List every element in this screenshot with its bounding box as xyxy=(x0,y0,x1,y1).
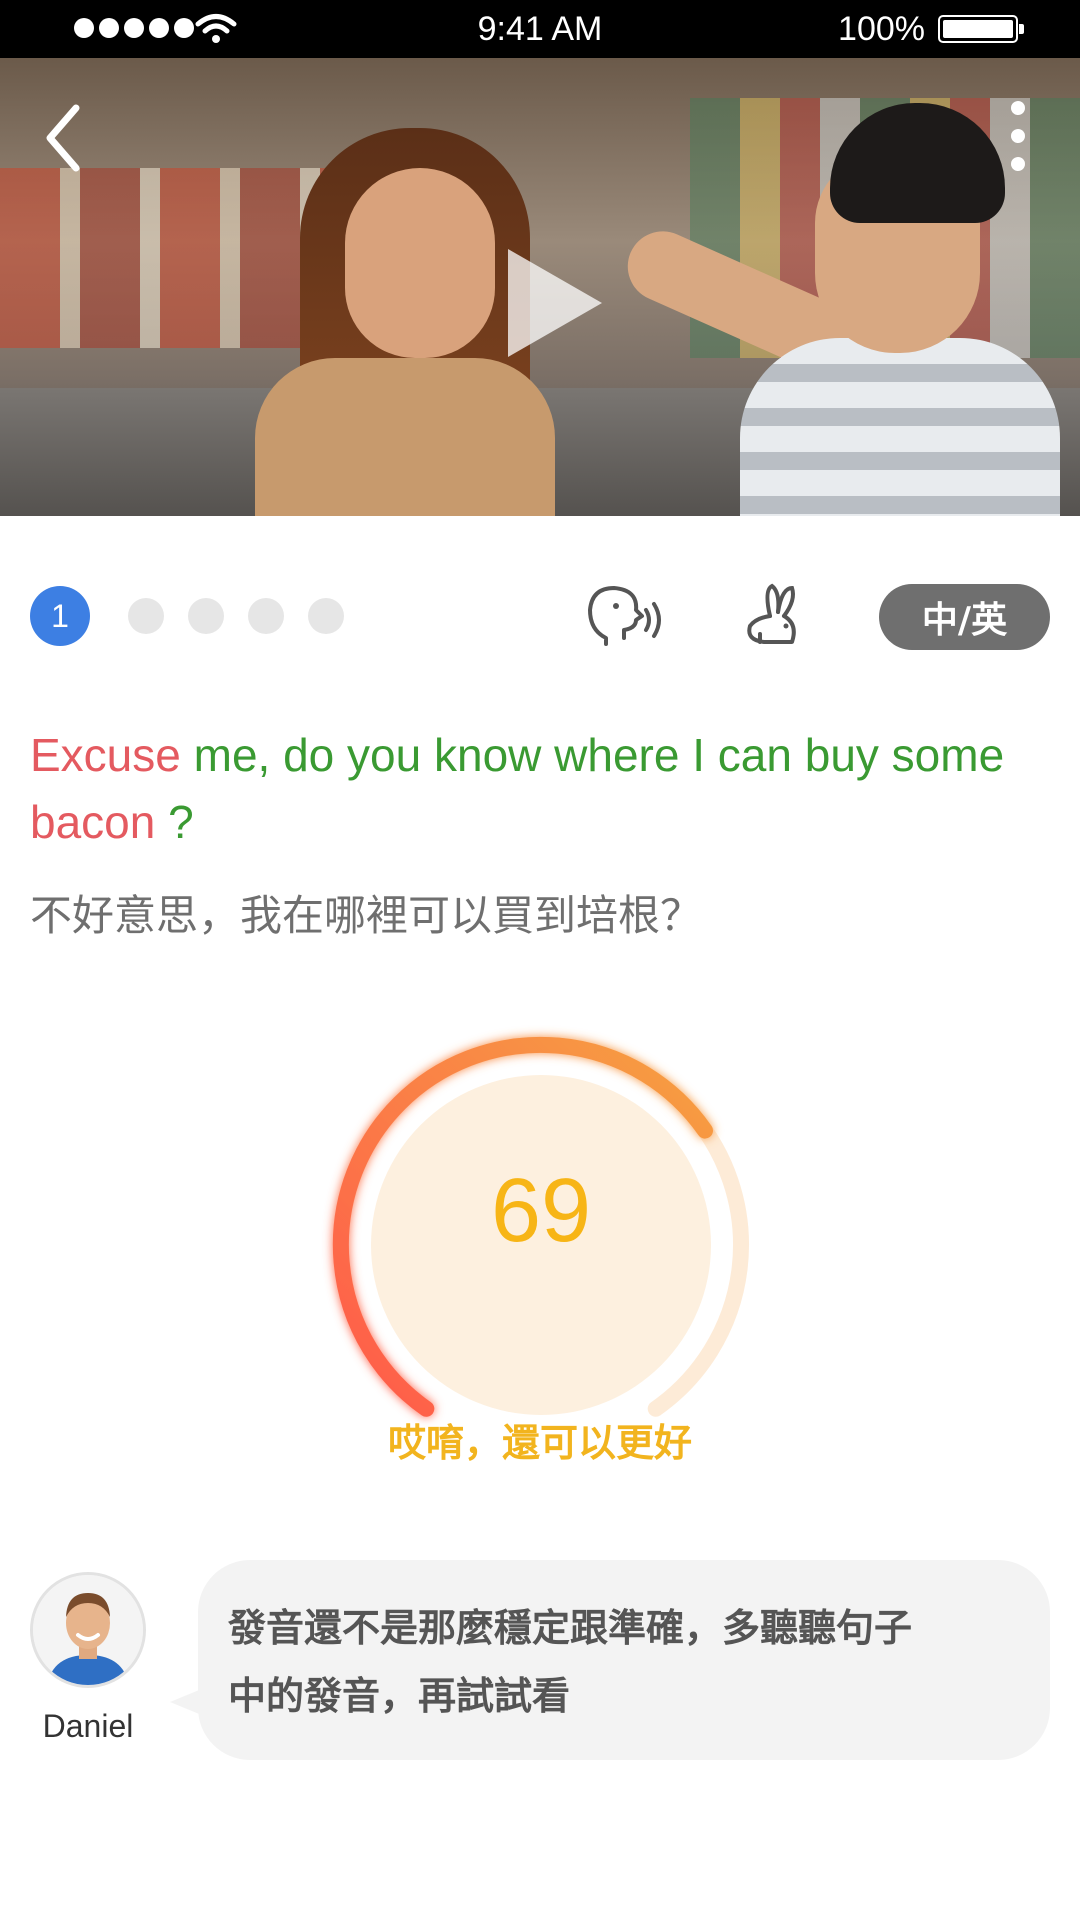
progress-dot-current[interactable]: 1 xyxy=(30,586,90,646)
progress-dot[interactable] xyxy=(188,598,224,634)
coach-feedback-line: 發音還不是那麼穩定跟準確，多聽聽句子 xyxy=(228,1606,913,1650)
progress-dot[interactable] xyxy=(248,598,284,634)
sentence-word-mispronounced[interactable]: bacon xyxy=(30,796,155,848)
coach-avatar xyxy=(30,1572,146,1688)
battery-percent: 100% xyxy=(838,10,925,48)
language-toggle-button[interactable]: 中/英 xyxy=(879,584,1050,650)
chevron-left-icon[interactable] xyxy=(38,98,98,178)
score-message: 哎唷，還可以更好 xyxy=(387,1421,692,1465)
speaking-head-icon[interactable] xyxy=(584,580,664,650)
video-person-woman-coat xyxy=(255,358,555,516)
coach-portrait xyxy=(33,1575,143,1685)
sentence-translation: 不好意思，我在哪裡可以買到培根？ xyxy=(30,891,703,940)
play-icon[interactable] xyxy=(500,243,610,363)
status-bar: 9:41 AM 100% xyxy=(0,0,1080,58)
more-vertical-icon[interactable] xyxy=(1000,96,1036,176)
score-value: 69 xyxy=(490,1161,592,1261)
coach-feedback-bubble: 發音還不是那麼穩定跟準確，多聽聽句子 中的發音，再試試看 xyxy=(198,1560,1050,1760)
rabbit-icon[interactable] xyxy=(740,580,810,650)
sentence-words-correct[interactable]: me, do you know where I can buy some xyxy=(181,729,1005,781)
battery-icon xyxy=(938,15,1024,43)
coach-name: Daniel xyxy=(42,1708,134,1744)
practice-sentence: Excuse me, do you know where I can buy s… xyxy=(30,722,1040,856)
lesson-video[interactable] xyxy=(0,58,1080,516)
sentence-words-correct[interactable]: ? xyxy=(155,796,194,848)
progress-dot[interactable] xyxy=(308,598,344,634)
coach-feedback-line: 中的發音，再試試看 xyxy=(228,1674,571,1718)
sentence-progress: 1 xyxy=(30,586,356,646)
sentence-word-mispronounced[interactable]: Excuse xyxy=(30,729,181,781)
video-person-man xyxy=(740,338,1060,516)
video-person-woman-face xyxy=(345,168,495,358)
progress-dot[interactable] xyxy=(128,598,164,634)
